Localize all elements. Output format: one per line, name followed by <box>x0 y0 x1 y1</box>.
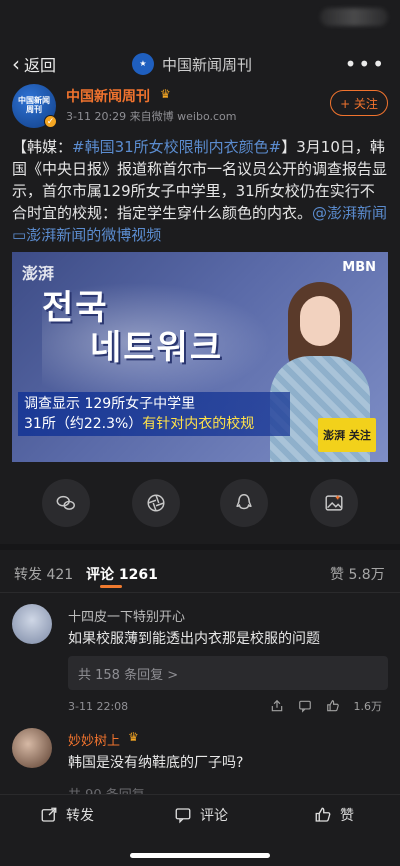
hashtag-link[interactable]: #韩国31所女校限制内衣颜色# <box>72 138 281 156</box>
share-row <box>0 479 400 527</box>
tabs: 转发 421 评论 1261 赞 5.8万 <box>0 556 400 592</box>
qq-share-button[interactable] <box>220 479 268 527</box>
post-text-lead: 【韩媒： <box>12 138 73 156</box>
like-icon[interactable] <box>326 699 340 713</box>
share-icon[interactable] <box>270 699 284 713</box>
repost-label: 转发 <box>66 808 94 824</box>
post-meta: 3-11 20:29 来自微博 weibo.com <box>66 110 237 123</box>
status-icons-blurred <box>320 8 388 26</box>
home-indicator <box>130 853 270 858</box>
follow-button[interactable]: + 关注 <box>330 90 388 116</box>
more-options-button[interactable]: ••• <box>345 52 386 76</box>
video-player[interactable]: 澎湃 MBN 전국 네트워크 调查显示 129所女子中学里 31所（约22.3%… <box>12 252 388 462</box>
video-subtitle: 调查显示 129所女子中学里 31所（约22.3%）有针对内衣的校规 <box>18 392 290 436</box>
repost-icon <box>41 807 57 822</box>
comment-label: 评论 <box>200 808 228 824</box>
comment-replies-button[interactable]: 共 158 条回复 > <box>68 656 388 690</box>
commenter-name[interactable]: 十四皮一下特别开心 <box>68 606 185 625</box>
anchor-face <box>300 296 340 346</box>
mention-link[interactable]: @澎湃新闻 <box>312 204 387 222</box>
moments-icon <box>147 494 165 512</box>
comment-actions: 1.6万 <box>270 698 383 714</box>
comment-icon <box>175 808 191 824</box>
repost-button[interactable]: 转发 <box>40 805 94 825</box>
tab-repost[interactable]: 转发 421 <box>14 564 73 584</box>
comment-item: 妙妙树上 ♛ 韩国是没有纳鞋底的厂子吗? <box>12 728 388 788</box>
subtitle-line2-prefix: 31所（约22.3%） <box>24 416 143 432</box>
comment-item: 十四皮一下特别开心 如果校服薄到能透出内衣那是校服的问题 共 158 条回复 >… <box>12 604 388 714</box>
chevron-left-icon: ‹ <box>12 52 20 76</box>
commenter-avatar[interactable] <box>12 728 52 768</box>
image-share-button[interactable] <box>310 479 358 527</box>
commenter-avatar[interactable] <box>12 604 52 644</box>
tabs-divider <box>0 592 400 593</box>
comment-text: 如果校服薄到能透出内衣那是校服的问题 <box>68 631 320 647</box>
tab-likes[interactable]: 赞 5.8万 <box>330 564 385 584</box>
subtitle-line1: 调查显示 129所女子中学里 <box>24 396 196 412</box>
qq-icon <box>236 494 252 510</box>
video-title-line2: 네트워크 <box>90 328 224 368</box>
video-source-link[interactable]: 澎湃新闻的微博视频 <box>26 226 161 244</box>
wechat-share-button[interactable] <box>42 479 90 527</box>
bottom-action-bar: 转发 评论 赞 <box>0 794 400 866</box>
comment-text: 韩国是没有纳鞋底的厂子吗? <box>68 755 244 771</box>
nav-title: ★ 中国新闻周刊 <box>132 53 252 75</box>
author-name[interactable]: 中国新闻周刊 <box>66 86 150 106</box>
image-icon <box>325 495 343 511</box>
reply-icon[interactable] <box>298 699 312 713</box>
verified-icon: ✓ <box>44 115 57 128</box>
subtitle-line2-suffix: 有针对内衣的校规 <box>142 416 255 432</box>
avatar-text: 中国新闻周刊 <box>18 96 50 114</box>
crown-icon: ♛ <box>128 730 139 744</box>
logo-icon: ★ <box>132 53 154 75</box>
comment-button[interactable]: 评论 <box>174 805 228 825</box>
video-link-icon: ▭ <box>12 226 27 244</box>
comment-date: 3-11 22:08 <box>68 700 129 713</box>
like-icon <box>315 807 331 822</box>
nav-bar: ‹ 返回 ★ 中国新闻周刊 ••• <box>0 48 400 80</box>
wechat-icon <box>56 495 75 510</box>
commenter-name[interactable]: 妙妙树上 <box>68 730 120 749</box>
moments-share-button[interactable] <box>132 479 180 527</box>
post-text: 【韩媒：#韩国31所女校限制内衣颜色#】3月10日，韩国《中央日报》报道称首尔市… <box>12 136 388 246</box>
tab-comments[interactable]: 评论 1261 <box>86 564 158 584</box>
channel-logo: MBN <box>342 260 376 275</box>
back-label: 返回 <box>24 56 57 75</box>
crown-icon: ♛ <box>160 87 171 101</box>
section-divider <box>0 544 400 550</box>
subtitle-line2: 31所（约22.3%）有针对内衣的校规 <box>24 414 284 434</box>
corner-tag: 澎湃 关注 <box>318 418 376 452</box>
like-button[interactable]: 赞 <box>314 805 354 825</box>
active-tab-indicator <box>100 585 122 588</box>
post-header: 中国新闻周刊 ✓ 中国新闻周刊 ♛ 3-11 20:29 来自微博 weibo.… <box>12 84 388 128</box>
comment-like-count: 1.6万 <box>353 700 383 713</box>
like-label: 赞 <box>340 808 354 824</box>
back-button[interactable]: ‹ 返回 <box>12 52 56 76</box>
nav-title-text: 中国新闻周刊 <box>162 55 253 74</box>
